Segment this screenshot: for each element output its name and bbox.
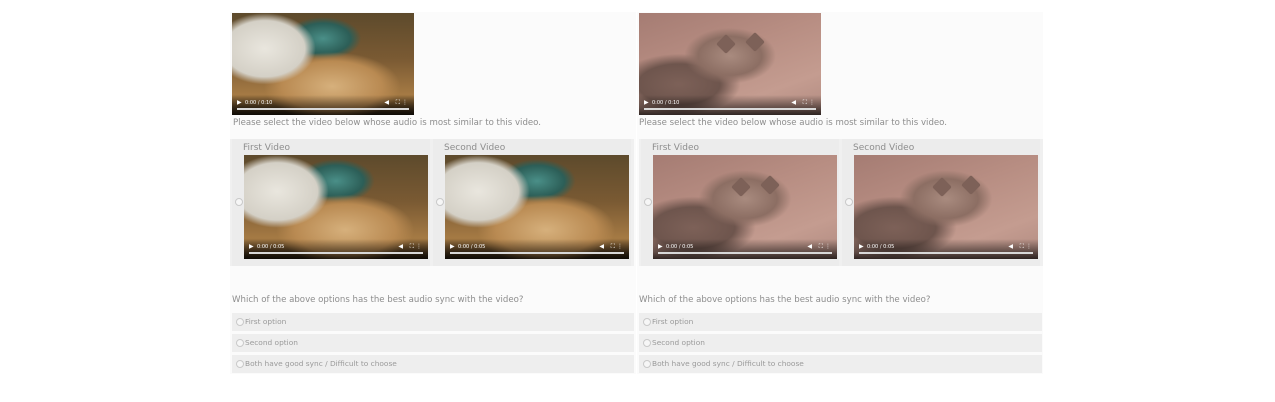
option-second-video[interactable]: Second Video ▶ 0:00 / 0:05 ◀ ⛶ ⋮ [842, 139, 1040, 266]
radio-button-icon[interactable] [643, 318, 651, 326]
survey-panel-left: ▶ 0:00 / 0:10 ◀ ⛶ ⋮ Please select the vi… [230, 12, 636, 374]
play-icon[interactable]: ▶ [249, 244, 254, 250]
radio-button-icon[interactable] [236, 360, 244, 368]
radio-button-icon[interactable] [845, 198, 853, 206]
volume-icon[interactable]: ◀ [398, 244, 403, 250]
reference-video[interactable]: ▶ 0:00 / 0:10 ◀ ⛶ ⋮ [232, 13, 414, 115]
reference-video[interactable]: ▶ 0:00 / 0:10 ◀ ⛶ ⋮ [639, 13, 821, 115]
fullscreen-icon[interactable]: ⛶ [819, 244, 823, 250]
select-prompt: Please select the video below whose audi… [639, 118, 948, 128]
video-time: 0:00 / 0:05 [666, 244, 694, 250]
answer-second-option[interactable]: Second option [232, 334, 634, 352]
radio-button-icon[interactable] [236, 318, 244, 326]
option-first-video[interactable]: First Video ▶ 0:00 / 0:05 ◀ ⛶ ⋮ [232, 139, 430, 266]
video-time: 0:00 / 0:05 [867, 244, 895, 250]
play-icon[interactable]: ▶ [644, 100, 649, 106]
more-options-icon[interactable]: ⋮ [809, 100, 815, 106]
radio-button-icon[interactable] [236, 339, 244, 347]
radio-button-icon[interactable] [436, 198, 444, 206]
volume-icon[interactable]: ◀ [791, 100, 796, 106]
play-icon[interactable]: ▶ [859, 244, 864, 250]
answer-both-option[interactable]: Both have good sync / Difficult to choos… [232, 355, 634, 373]
radio-button-icon[interactable] [644, 198, 652, 206]
seek-bar[interactable] [249, 252, 423, 254]
answer-label: Second option [245, 338, 298, 347]
radio-button-icon[interactable] [235, 198, 243, 206]
option-second-video[interactable]: Second Video ▶ 0:00 / 0:05 ◀ ⛶ ⋮ [433, 139, 631, 266]
answer-label: First option [245, 317, 287, 326]
survey-panel-right: ▶ 0:00 / 0:10 ◀ ⛶ ⋮ Please select the vi… [637, 12, 1043, 374]
option-title: First Video [243, 143, 291, 153]
video-time: 0:00 / 0:05 [458, 244, 486, 250]
play-icon[interactable]: ▶ [658, 244, 663, 250]
video-controls: ▶ 0:00 / 0:05 ◀ ⛶ ⋮ [244, 239, 428, 259]
fullscreen-icon[interactable]: ⛶ [611, 244, 615, 250]
volume-icon[interactable]: ◀ [807, 244, 812, 250]
play-icon[interactable]: ▶ [450, 244, 455, 250]
option-title: Second Video [444, 143, 506, 153]
video-controls: ▶ 0:00 / 0:05 ◀ ⛶ ⋮ [653, 239, 837, 259]
more-options-icon[interactable]: ⋮ [825, 244, 831, 250]
answer-label: Second option [652, 338, 705, 347]
video-time: 0:00 / 0:10 [245, 100, 273, 106]
answer-second-option[interactable]: Second option [639, 334, 1042, 352]
option-video[interactable]: ▶ 0:00 / 0:05 ◀ ⛶ ⋮ [244, 155, 428, 259]
option-video[interactable]: ▶ 0:00 / 0:05 ◀ ⛶ ⋮ [445, 155, 629, 259]
seek-bar[interactable] [658, 252, 832, 254]
answer-first-option[interactable]: First option [232, 313, 634, 331]
volume-icon[interactable]: ◀ [384, 100, 389, 106]
seek-bar[interactable] [450, 252, 624, 254]
volume-icon[interactable]: ◀ [1008, 244, 1013, 250]
more-options-icon[interactable]: ⋮ [617, 244, 623, 250]
answer-label: Both have good sync / Difficult to choos… [245, 359, 397, 368]
answer-label: Both have good sync / Difficult to choos… [652, 359, 804, 368]
option-title: First Video [652, 143, 700, 153]
answer-first-option[interactable]: First option [639, 313, 1042, 331]
seek-bar[interactable] [859, 252, 1033, 254]
more-options-icon[interactable]: ⋮ [402, 100, 408, 106]
video-controls: ▶ 0:00 / 0:10 ◀ ⛶ ⋮ [232, 95, 414, 115]
video-time: 0:00 / 0:05 [257, 244, 285, 250]
video-controls: ▶ 0:00 / 0:05 ◀ ⛶ ⋮ [445, 239, 629, 259]
option-video[interactable]: ▶ 0:00 / 0:05 ◀ ⛶ ⋮ [854, 155, 1038, 259]
fullscreen-icon[interactable]: ⛶ [1020, 244, 1024, 250]
more-options-icon[interactable]: ⋮ [1026, 244, 1032, 250]
fullscreen-icon[interactable]: ⛶ [396, 100, 400, 106]
option-title: Second Video [853, 143, 915, 153]
radio-button-icon[interactable] [643, 339, 651, 347]
play-icon[interactable]: ▶ [237, 100, 242, 106]
fullscreen-icon[interactable]: ⛶ [803, 100, 807, 106]
volume-icon[interactable]: ◀ [599, 244, 604, 250]
seek-bar[interactable] [237, 108, 409, 110]
video-options: First Video ▶ 0:00 / 0:05 ◀ ⛶ ⋮ Second V… [639, 139, 1043, 266]
option-first-video[interactable]: First Video ▶ 0:00 / 0:05 ◀ ⛶ ⋮ [641, 139, 839, 266]
answer-label: First option [652, 317, 694, 326]
answer-both-option[interactable]: Both have good sync / Difficult to choos… [639, 355, 1042, 373]
video-controls: ▶ 0:00 / 0:05 ◀ ⛶ ⋮ [854, 239, 1038, 259]
video-controls: ▶ 0:00 / 0:10 ◀ ⛶ ⋮ [639, 95, 821, 115]
seek-bar[interactable] [644, 108, 816, 110]
more-options-icon[interactable]: ⋮ [416, 244, 422, 250]
video-time: 0:00 / 0:10 [652, 100, 680, 106]
select-prompt: Please select the video below whose audi… [233, 118, 542, 128]
radio-button-icon[interactable] [643, 360, 651, 368]
sync-question: Which of the above options has the best … [639, 295, 931, 305]
video-options: First Video ▶ 0:00 / 0:05 ◀ ⛶ ⋮ Second V… [230, 139, 634, 266]
option-video[interactable]: ▶ 0:00 / 0:05 ◀ ⛶ ⋮ [653, 155, 837, 259]
sync-question: Which of the above options has the best … [232, 295, 524, 305]
fullscreen-icon[interactable]: ⛶ [410, 244, 414, 250]
